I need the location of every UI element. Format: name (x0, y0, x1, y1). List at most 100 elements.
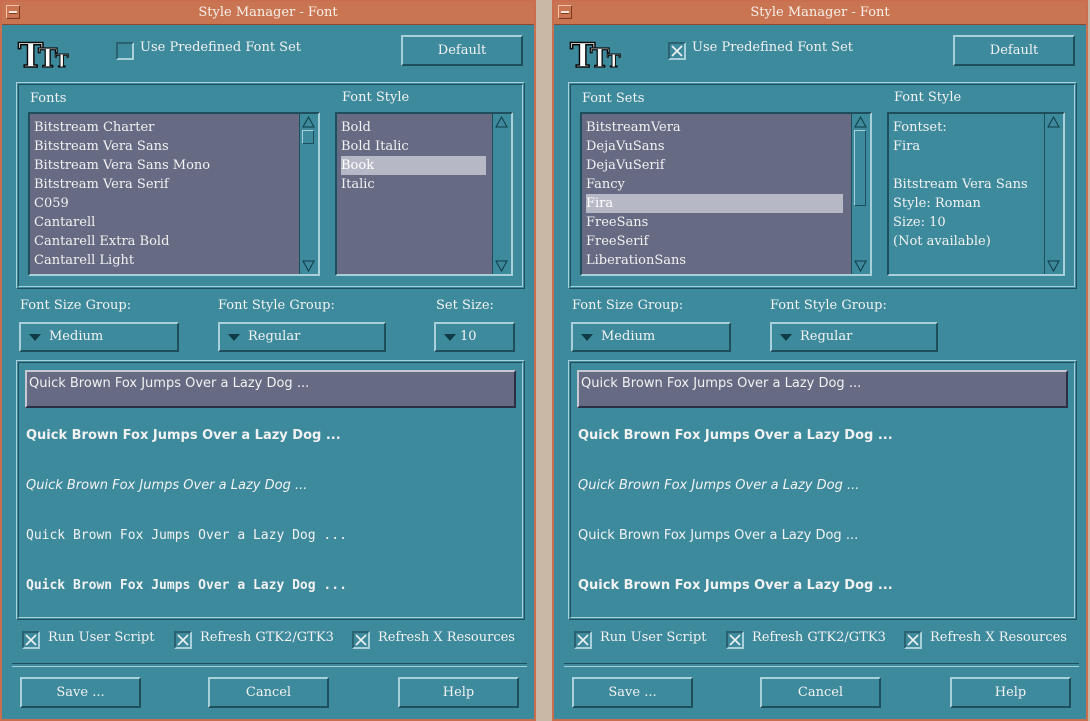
refresh-gtk-label: Refresh GTK2/GTK3 (200, 630, 334, 645)
dropdown-arrow-icon (29, 334, 41, 341)
list-item[interactable]: Bold Italic (341, 137, 409, 156)
font-size-group-dropdown[interactable]: Medium (19, 322, 179, 352)
refresh-x-resources-checkbox[interactable] (904, 631, 922, 649)
list-item: Fira (893, 139, 921, 154)
dropdown-arrow-icon (581, 334, 593, 341)
preview-mono-bold: Quick Brown Fox Jumps Over a Lazy Dog ..… (26, 578, 347, 593)
dropdown-arrow-icon (444, 334, 456, 341)
list-item[interactable]: LiberationSans (586, 251, 686, 270)
preview-mono: Quick Brown Fox Jumps Over a Lazy Dog ..… (26, 528, 347, 543)
font-style-group-label: Font Style Group: (218, 298, 335, 313)
preview-bold-2: Quick Brown Fox Jumps Over a Lazy Dog ..… (578, 578, 893, 593)
title-bar[interactable]: Style Manager - Font (554, 2, 1086, 25)
list-item[interactable]: FreeSerif (586, 232, 648, 251)
preview-text-input[interactable]: Quick Brown Fox Jumps Over a Lazy Dog ..… (25, 370, 516, 408)
list-item[interactable]: DejaVuSans (586, 137, 665, 156)
scrollbar-thumb[interactable] (302, 130, 314, 144)
font-sets-scrollbar[interactable] (851, 114, 870, 274)
default-button[interactable]: Default (401, 35, 523, 66)
list-item[interactable]: Italic (341, 175, 375, 194)
list-item[interactable]: Bold (341, 118, 371, 137)
font-sets-list[interactable]: BitstreamVera DejaVuSans DejaVuSerif Fan… (580, 112, 872, 276)
set-size-value: 10 (460, 329, 477, 344)
list-item[interactable]: Fancy (586, 175, 625, 194)
cancel-button[interactable]: Cancel (208, 677, 329, 708)
list-item: Bitstream Vera Sans (893, 177, 1028, 192)
scroll-down-arrow-icon[interactable] (302, 260, 315, 272)
list-item[interactable]: Bitstream Vera Sans Mono (34, 156, 210, 175)
font-style-group-dropdown[interactable]: Regular (218, 322, 386, 352)
use-predefined-font-set-checkbox[interactable] (116, 42, 134, 60)
list-item[interactable]: Bitstream Charter (34, 118, 154, 137)
default-button[interactable]: Default (953, 35, 1075, 66)
preview-text-value: Quick Brown Fox Jumps Over a Lazy Dog ..… (581, 376, 862, 391)
fontset-info-scrollbar[interactable] (1044, 114, 1063, 274)
list-item[interactable]: Cantarell Light (34, 251, 134, 270)
cancel-button[interactable]: Cancel (760, 677, 881, 708)
run-user-script-checkbox[interactable] (574, 631, 592, 649)
list-item[interactable]: BitstreamVera (586, 118, 681, 137)
save-button[interactable]: Save ... (572, 677, 693, 708)
list-item: Fontset: (893, 120, 947, 135)
use-predefined-font-set-label: Use Predefined Font Set (692, 40, 854, 55)
fonts-list[interactable]: Bitstream Charter Bitstream Vera Sans Bi… (28, 112, 320, 276)
help-button[interactable]: Help (398, 677, 519, 708)
fonts-scrollbar[interactable] (299, 114, 318, 274)
list-item[interactable]: Bitstream Vera Sans (34, 137, 169, 156)
font-size-group-label: Font Size Group: (20, 298, 132, 313)
list-item[interactable]: C059 (34, 194, 69, 213)
title-bar[interactable]: Style Manager - Font (2, 2, 534, 25)
font-style-heading: Font Style (894, 90, 962, 105)
font-style-group-dropdown[interactable]: Regular (770, 322, 938, 352)
refresh-gtk-checkbox[interactable] (726, 631, 744, 649)
svg-text:T: T (607, 51, 621, 71)
refresh-gtk-checkbox[interactable] (174, 631, 192, 649)
preview-italic: Quick Brown Fox Jumps Over a Lazy Dog ..… (578, 478, 860, 493)
list-item: Size: 10 (893, 215, 946, 230)
font-style-group-value: Regular (248, 329, 301, 344)
fontset-info-list[interactable]: Fontset: Fira Bitstream Vera Sans Style:… (887, 112, 1065, 276)
scrollbar-thumb[interactable] (854, 130, 866, 206)
font-size-group-value: Medium (601, 329, 656, 344)
font-style-group-value: Regular (800, 329, 853, 344)
separator (12, 663, 527, 667)
dropdown-arrow-icon (228, 334, 240, 341)
font-style-list[interactable]: Bold Bold Italic Book Italic (335, 112, 513, 276)
font-size-group-dropdown[interactable]: Medium (571, 322, 731, 352)
font-style-group-label: Font Style Group: (770, 298, 887, 313)
font-style-scrollbar[interactable] (492, 114, 511, 274)
help-button[interactable]: Help (950, 677, 1071, 708)
window-title: Style Manager - Font (198, 5, 338, 20)
list-item[interactable]: Cantarell (34, 213, 95, 232)
list-item-selected[interactable]: Book (341, 156, 486, 175)
style-manager-font-window-left: Style Manager - Font T T T Use Predefine… (0, 0, 536, 721)
preview-bold: Quick Brown Fox Jumps Over a Lazy Dog ..… (26, 428, 341, 443)
separator (564, 663, 1079, 667)
list-item: (Not available) (893, 234, 991, 249)
scroll-down-arrow-icon[interactable] (1047, 260, 1060, 272)
preview-text-input[interactable]: Quick Brown Fox Jumps Over a Lazy Dog ..… (577, 370, 1068, 408)
scroll-up-arrow-icon[interactable] (854, 116, 867, 128)
list-item[interactable]: FreeSans (586, 213, 648, 232)
scroll-up-arrow-icon[interactable] (495, 116, 508, 128)
scroll-up-arrow-icon[interactable] (1047, 116, 1060, 128)
font-logo-icon: T T T (17, 35, 69, 71)
run-user-script-checkbox[interactable] (22, 631, 40, 649)
font-sets-heading: Font Sets (582, 91, 645, 106)
font-style-heading: Font Style (342, 90, 410, 105)
list-item[interactable]: Bitstream Vera Serif (34, 175, 169, 194)
set-size-dropdown[interactable]: 10 (434, 322, 515, 352)
refresh-x-resources-checkbox[interactable] (352, 631, 370, 649)
save-button[interactable]: Save ... (20, 677, 141, 708)
preview-text-value: Quick Brown Fox Jumps Over a Lazy Dog ..… (29, 376, 310, 391)
scroll-down-arrow-icon[interactable] (495, 260, 508, 272)
scroll-up-arrow-icon[interactable] (302, 116, 315, 128)
scroll-down-arrow-icon[interactable] (854, 260, 867, 272)
list-item[interactable]: Cantarell Extra Bold (34, 232, 169, 251)
list-item[interactable]: DejaVuSerif (586, 156, 665, 175)
use-predefined-font-set-checkbox[interactable] (668, 42, 686, 60)
refresh-gtk-label: Refresh GTK2/GTK3 (752, 630, 886, 645)
font-logo-icon: T T T (569, 35, 621, 71)
list-item-selected[interactable]: Fira (586, 194, 843, 213)
preview-bold: Quick Brown Fox Jumps Over a Lazy Dog ..… (578, 428, 893, 443)
